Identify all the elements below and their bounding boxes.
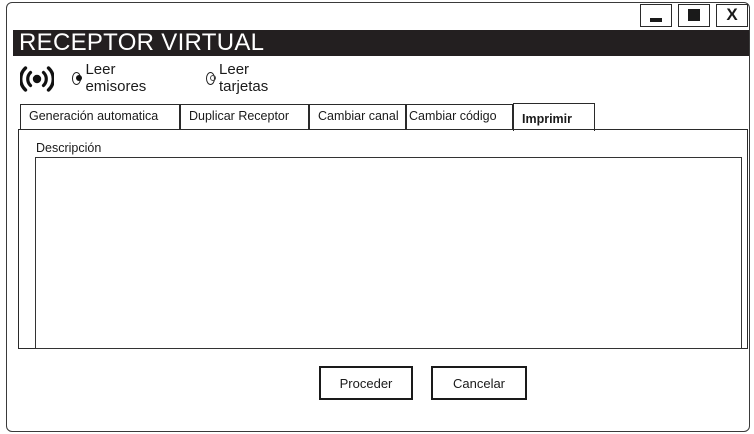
title-bar: RECEPTOR VIRTUAL bbox=[13, 30, 749, 56]
tab-imprimir[interactable]: Imprimir bbox=[513, 103, 595, 131]
tab-generacion-automatica[interactable]: Generación automatica bbox=[20, 104, 180, 129]
window-title: RECEPTOR VIRTUAL bbox=[19, 29, 265, 56]
minimize-icon bbox=[650, 18, 662, 22]
radio-leer-tarjetas[interactable]: Leer tarjetas bbox=[206, 61, 272, 95]
radio-label: Leer emisores bbox=[85, 61, 147, 95]
minimize-button[interactable] bbox=[640, 4, 672, 27]
close-button[interactable]: X bbox=[716, 4, 748, 27]
radio-label: Leer tarjetas bbox=[219, 61, 269, 95]
cancelar-button[interactable]: Cancelar bbox=[431, 366, 527, 400]
tab-cambiar-canal[interactable]: Cambiar canal bbox=[309, 104, 406, 129]
radio-selected-icon bbox=[72, 71, 82, 85]
tab-cambiar-codigo[interactable]: Cambiar código bbox=[406, 104, 513, 129]
signal-broadcast-icon bbox=[19, 64, 55, 94]
description-label: Descripción bbox=[36, 141, 102, 155]
radio-leer-emisores[interactable]: Leer emisores bbox=[72, 61, 150, 95]
proceder-button[interactable]: Proceder bbox=[319, 366, 413, 400]
description-field[interactable] bbox=[35, 157, 742, 349]
close-icon: X bbox=[726, 5, 738, 24]
maximize-button[interactable] bbox=[678, 4, 710, 27]
tab-duplicar-receptor[interactable]: Duplicar Receptor bbox=[180, 104, 309, 129]
maximize-icon bbox=[688, 9, 700, 21]
radio-unselected-icon bbox=[206, 71, 216, 85]
